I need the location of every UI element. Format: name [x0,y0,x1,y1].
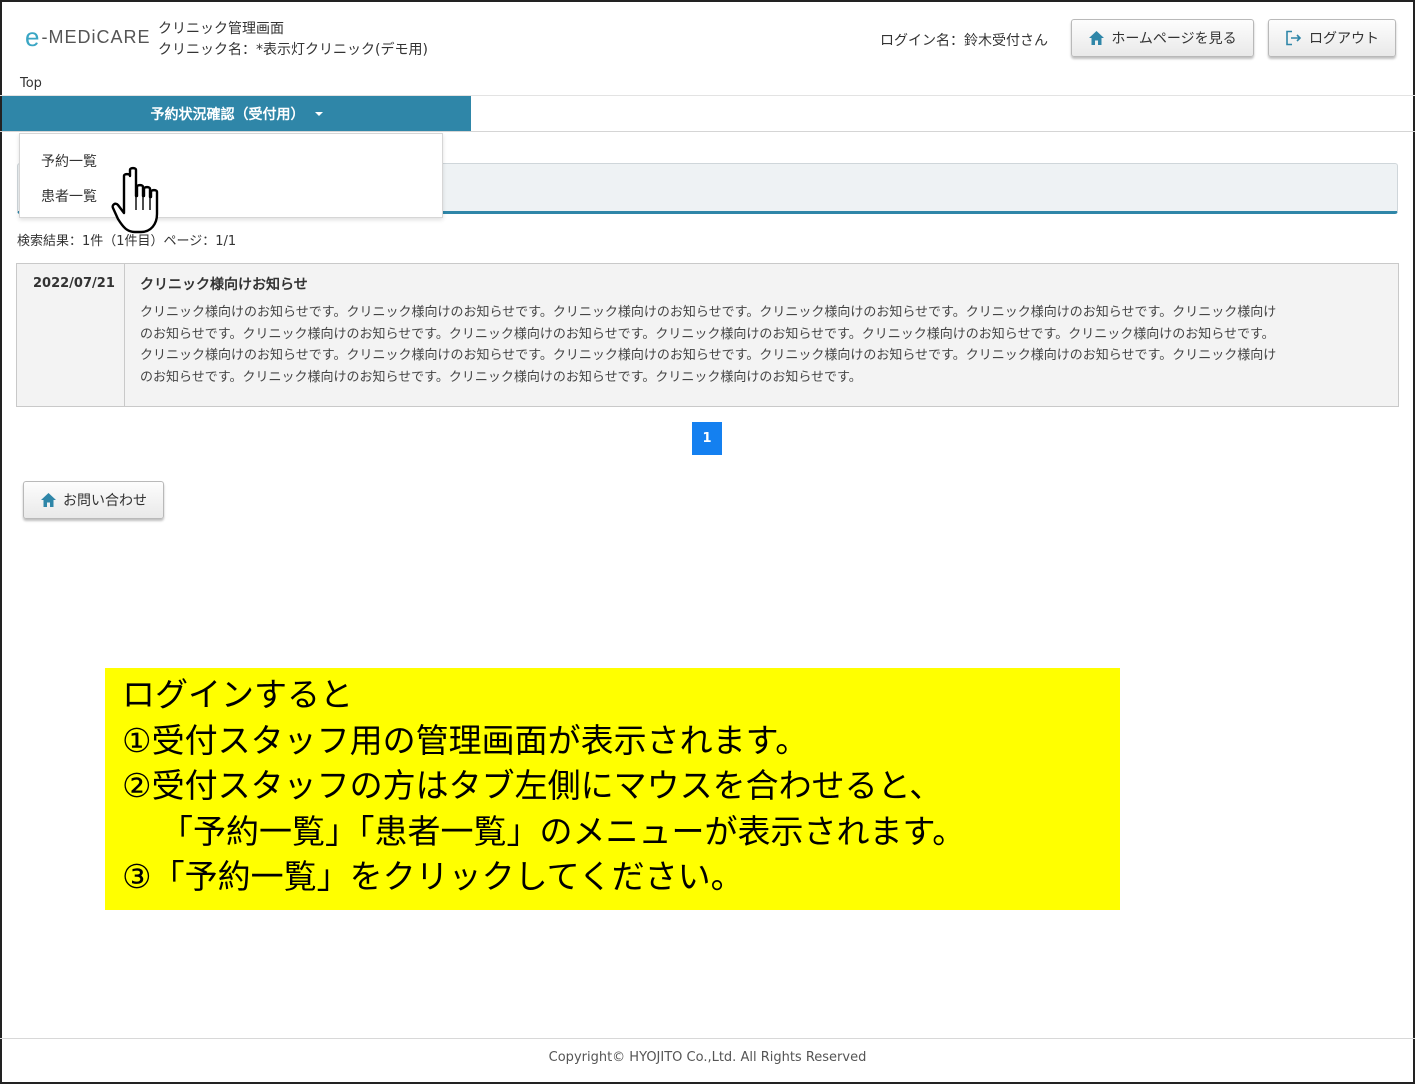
logout-button-label: ログアウト [1309,31,1379,47]
home-icon [41,493,56,507]
annotation-line: ログインすると [122,675,353,714]
breadcrumb[interactable]: Top [20,76,42,91]
homepage-button-label: ホームページを見る [1111,31,1237,47]
contact-button[interactable]: お問い合わせ [23,481,164,519]
notice-line: のお知らせです。クリニック様向けのお知らせです。クリニック様向けのお知らせです。… [140,369,862,385]
annotation-line: 「予約一覧」「患者一覧」のメニューが表示されます。 [160,811,966,851]
header-titles: クリニック管理画面 クリニック名：*表示灯クリニック(デモ用) [158,19,428,61]
tab-reservation-status-label: 予約状況確認（受付用） [150,106,305,123]
page-button-current[interactable]: 1 [692,422,722,455]
login-name: ログイン名：鈴木受付さん [880,33,1048,49]
app-title: クリニック管理画面 [158,21,284,37]
notice-date: 2022/07/21 [33,276,115,291]
notice-title: クリニック様向けお知らせ [140,277,308,293]
caret-down-icon [314,111,323,116]
clinic-name: クリニック名：*表示灯クリニック(デモ用) [158,42,428,58]
logo[interactable]: e -MEDiCARE [25,24,150,50]
hand-pointer-icon [111,166,159,234]
annotation-line: ①受付スタッフ用の管理画面が表示されます。 [122,720,809,760]
logout-button[interactable]: ログアウト [1268,19,1396,57]
annotation-line: ②受付スタッフの方はタブ左側にマウスを合わせると、 [122,766,943,805]
home-icon [1089,31,1105,45]
tab-reservation-status[interactable]: 予約状況確認（受付用） [2,96,471,131]
menu-item-patient-list[interactable]: 患者一覧 [41,186,97,206]
homepage-button[interactable]: ホームページを見る [1071,19,1254,57]
notice-line: のお知らせです。クリニック様向けのお知らせです。クリニック様向けのお知らせです。… [140,326,1275,342]
notice-date-cell: 2022/07/21 [17,264,125,406]
logo-text: -MEDiCARE [41,27,151,47]
nav-divider-bottom [0,131,1415,132]
annotation-callout: ログインすると ①受付スタッフ用の管理画面が表示されます。 ②受付スタッフの方は… [105,668,1120,910]
notice-line: クリニック様向けのお知らせです。クリニック様向けのお知らせです。クリニック様向け… [140,348,1277,363]
footer-divider [0,1038,1415,1039]
logout-icon [1286,30,1302,46]
notice-line: クリニック様向けのお知らせです。クリニック様向けのお知らせです。クリニック様向け… [140,305,1277,320]
notice-row: 2022/07/21 クリニック様向けお知らせ クリニック様向けのお知らせです。… [16,263,1399,407]
menu-item-reservation-list[interactable]: 予約一覧 [41,151,97,171]
notice-body: クリニック様向けのお知らせです。クリニック様向けのお知らせです。クリニック様向け… [140,302,1385,388]
footer-copyright: Copyright© HYOJITO Co.,Ltd. All Rights R… [548,1050,867,1065]
annotation-line: ③「予約一覧」をクリックしてください。 [122,857,744,896]
contact-button-label: お問い合わせ [63,493,147,509]
nav-dropdown-menu: 予約一覧 患者一覧 [19,133,443,218]
logo-e: e [25,22,40,52]
